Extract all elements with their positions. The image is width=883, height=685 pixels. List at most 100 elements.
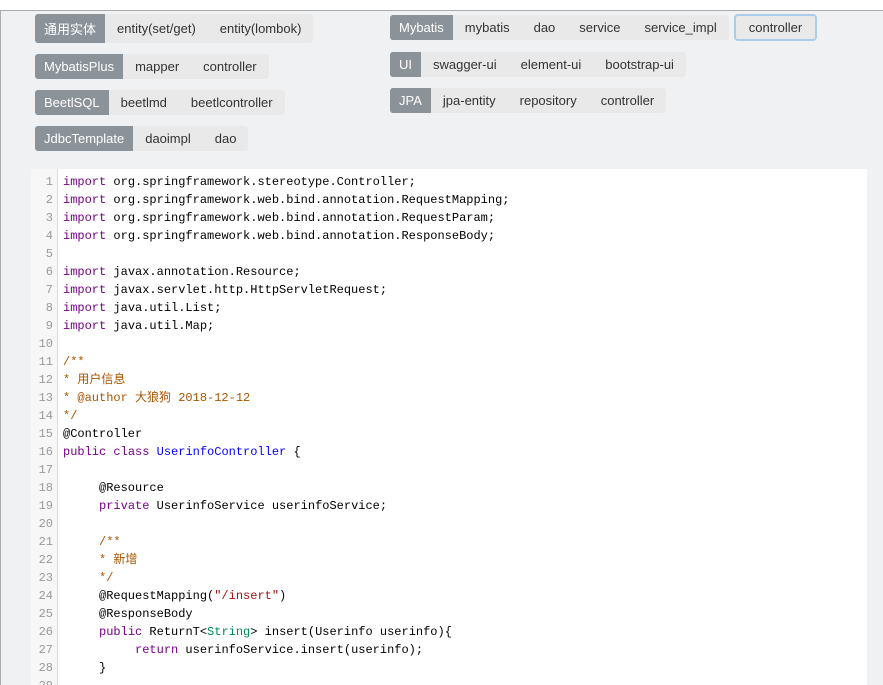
template-chip[interactable]: dao — [203, 126, 249, 151]
code-text: import org.springframework.web.bind.anno… — [53, 191, 509, 209]
code-line: 6import javax.annotation.Resource; — [31, 263, 867, 281]
template-chip[interactable]: beetlcontroller — [179, 90, 285, 115]
template-chip[interactable]: repository — [508, 88, 589, 113]
line-number: 9 — [31, 317, 53, 335]
code-line: 16public class UserinfoController { — [31, 443, 867, 461]
toolbar-row: UIswagger-uielement-uibootstrap-ui — [390, 52, 686, 77]
code-line: 14*/ — [31, 407, 867, 425]
code-text: private UserinfoService userinfoService; — [53, 497, 387, 515]
line-number: 1 — [31, 173, 53, 191]
code-line: 4import org.springframework.web.bind.ann… — [31, 227, 867, 245]
template-chip-selected[interactable]: controller — [734, 14, 817, 41]
code-line: 18 @Resource — [31, 479, 867, 497]
line-number: 26 — [31, 623, 53, 641]
group-label: JPA — [390, 88, 431, 113]
code-text: @Controller — [53, 425, 142, 443]
line-number: 28 — [31, 659, 53, 677]
line-number: 16 — [31, 443, 53, 461]
code-line: 19 private UserinfoService userinfoServi… — [31, 497, 867, 515]
line-number: 25 — [31, 605, 53, 623]
template-chip[interactable]: jpa-entity — [431, 88, 508, 113]
template-chip[interactable]: service_impl — [632, 15, 728, 40]
code-lines: 1import org.springframework.stereotype.C… — [31, 173, 867, 685]
code-line: 13* @author 大狼狗 2018-12-12 — [31, 389, 867, 407]
template-chip[interactable]: controller — [589, 88, 666, 113]
template-group: UIswagger-uielement-uibootstrap-ui — [390, 52, 686, 77]
code-text: import org.springframework.web.bind.anno… — [53, 209, 495, 227]
code-line: 20 — [31, 515, 867, 533]
code-text: * @author 大狼狗 2018-12-12 — [53, 389, 250, 407]
line-number: 21 — [31, 533, 53, 551]
template-chip[interactable]: mybatis — [453, 15, 522, 40]
code-line: 22 * 新增 — [31, 551, 867, 569]
line-number: 10 — [31, 335, 53, 353]
code-text: import org.springframework.web.bind.anno… — [53, 227, 495, 245]
code-text — [53, 461, 63, 479]
code-line: 17 — [31, 461, 867, 479]
code-line: 5 — [31, 245, 867, 263]
group-label: JdbcTemplate — [35, 126, 133, 151]
code-text: * 新增 — [53, 551, 137, 569]
line-number: 13 — [31, 389, 53, 407]
template-group: Mybatismybatisdaoserviceservice_impl — [390, 15, 729, 40]
code-text — [53, 245, 63, 263]
line-number: 12 — [31, 371, 53, 389]
line-number: 5 — [31, 245, 53, 263]
code-text: return userinfoService.insert(userinfo); — [53, 641, 423, 659]
template-chip[interactable]: entity(lombok) — [208, 14, 314, 43]
code-editor[interactable]: 1import org.springframework.stereotype.C… — [31, 169, 867, 685]
line-number: 6 — [31, 263, 53, 281]
code-text: * 用户信息 — [53, 371, 125, 389]
template-chip[interactable]: swagger-ui — [421, 52, 509, 77]
line-number: 29 — [31, 677, 53, 685]
template-group: JdbcTemplatedaoimpldao — [35, 126, 248, 151]
line-number: 19 — [31, 497, 53, 515]
template-chip[interactable]: dao — [522, 15, 568, 40]
code-text: public class UserinfoController { — [53, 443, 301, 461]
template-group: BeetlSQLbeetlmdbeetlcontroller — [35, 90, 285, 115]
code-text: @RequestMapping("/insert") — [53, 587, 286, 605]
code-text — [53, 677, 63, 685]
code-text: /** — [53, 353, 85, 371]
code-line: 11/** — [31, 353, 867, 371]
template-chip[interactable]: service — [567, 15, 632, 40]
code-line: 25 @ResponseBody — [31, 605, 867, 623]
code-line: 15@Controller — [31, 425, 867, 443]
line-number: 11 — [31, 353, 53, 371]
code-line: 7import javax.servlet.http.HttpServletRe… — [31, 281, 867, 299]
group-label: 通用实体 — [35, 14, 105, 43]
code-text: } — [53, 659, 106, 677]
code-text — [53, 515, 63, 533]
template-chip[interactable]: beetlmd — [109, 90, 179, 115]
line-number: 17 — [31, 461, 53, 479]
code-line: 2import org.springframework.web.bind.ann… — [31, 191, 867, 209]
line-number: 20 — [31, 515, 53, 533]
template-chip[interactable]: daoimpl — [133, 126, 203, 151]
code-line: 21 /** — [31, 533, 867, 551]
line-number: 22 — [31, 551, 53, 569]
code-text: import javax.annotation.Resource; — [53, 263, 301, 281]
group-label: UI — [390, 52, 421, 77]
line-number: 27 — [31, 641, 53, 659]
code-line: 29 — [31, 677, 867, 685]
code-text — [53, 335, 63, 353]
toolbar-row: Mybatismybatisdaoserviceservice_implcont… — [390, 14, 817, 41]
code-line: 3import org.springframework.web.bind.ann… — [31, 209, 867, 227]
template-group: JPAjpa-entityrepositorycontroller — [390, 88, 666, 113]
template-chip[interactable]: bootstrap-ui — [593, 52, 686, 77]
template-group: 通用实体entity(set/get)entity(lombok) — [35, 14, 313, 43]
template-chip[interactable]: entity(set/get) — [105, 14, 208, 43]
toolbar-row: 通用实体entity(set/get)entity(lombok) — [35, 14, 313, 43]
toolbar-row: MybatisPlusmappercontroller — [35, 54, 269, 79]
code-text: @Resource — [53, 479, 164, 497]
code-text: import org.springframework.stereotype.Co… — [53, 173, 416, 191]
code-line: 10 — [31, 335, 867, 353]
template-chip[interactable]: mapper — [123, 54, 191, 79]
code-line: 24 @RequestMapping("/insert") — [31, 587, 867, 605]
template-chip[interactable]: element-ui — [509, 52, 594, 77]
code-text: public ReturnT<String> insert(Userinfo u… — [53, 623, 452, 641]
code-line: 1import org.springframework.stereotype.C… — [31, 173, 867, 191]
template-chip[interactable]: controller — [191, 54, 268, 79]
code-line: 12* 用户信息 — [31, 371, 867, 389]
toolbar-column-left: 通用实体entity(set/get)entity(lombok) Mybatis… — [35, 14, 313, 162]
